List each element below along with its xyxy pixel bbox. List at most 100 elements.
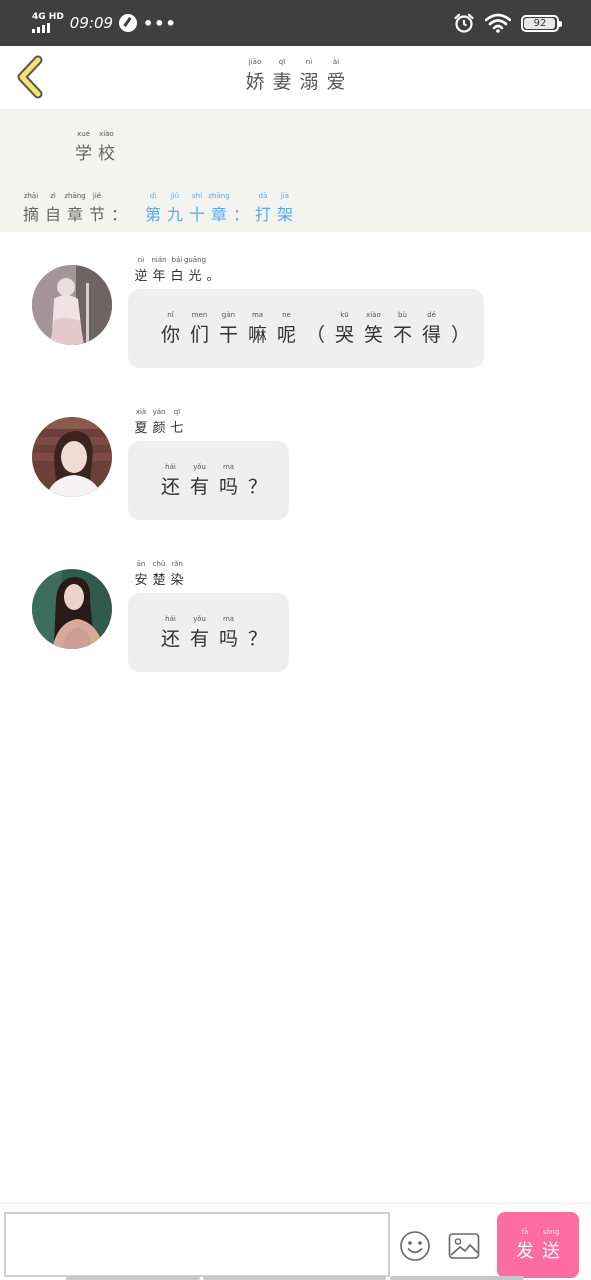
battery-level: 92: [533, 17, 547, 29]
hanzi: 送: [542, 1240, 560, 1262]
avatar[interactable]: [32, 265, 112, 345]
network-indicator: 4G HD: [32, 13, 64, 33]
pinyin: [240, 192, 242, 201]
pinyin: yán: [152, 408, 166, 416]
ruby-char: zì 自: [42, 192, 64, 225]
hanzi: 嘛: [247, 323, 267, 346]
pinyin: zhāi: [23, 192, 39, 200]
smiley-icon: [400, 1231, 430, 1261]
pinyin: dì: [149, 192, 157, 200]
ruby-char: jià 架: [274, 192, 296, 225]
ruby-char: rǎn 染: [168, 560, 186, 588]
hanzi: 学: [75, 144, 92, 164]
pinyin: xiào: [366, 310, 381, 319]
ruby-char: yán 颜: [150, 408, 168, 436]
hanzi: 不: [392, 323, 412, 346]
chapter-link[interactable]: dì 第 jiǔ 九 shí 十 zhāng 章 ： dǎ 打 jià 架: [142, 192, 296, 225]
sender-name: ān 安 chǔ 楚 rǎn 染: [132, 560, 186, 588]
ruby-char: qī 妻: [269, 58, 296, 94]
ruby-char: sòng 送: [538, 1228, 564, 1263]
message-input[interactable]: [4, 1212, 390, 1277]
hanzi: 楚: [152, 573, 166, 588]
hanzi: 光: [188, 269, 202, 284]
hanzi: 第: [144, 205, 161, 224]
ruby-char: men 们: [185, 311, 214, 347]
hanzi: 节: [88, 205, 105, 224]
pinyin: jiǔ: [170, 192, 180, 200]
ruby-char: zhāi 摘: [20, 192, 42, 225]
pinyin: [459, 311, 461, 320]
hanzi: 有: [189, 475, 209, 498]
message-text: hái 还 yǒu 有 ma 吗 ？: [156, 463, 272, 499]
school-label: xué 学 xiào 校: [72, 130, 118, 164]
pinyin: kū: [340, 310, 349, 319]
pinyin: nì: [305, 58, 313, 66]
hanzi: 们: [189, 323, 209, 346]
hanzi: 有: [189, 627, 209, 650]
ruby-char: yǒu 有: [185, 615, 214, 651]
pinyin: shí: [191, 192, 203, 200]
pinyin: [118, 192, 120, 201]
hanzi: 夏: [134, 421, 148, 436]
hanzi: 颜: [152, 421, 166, 436]
pinyin: ān: [136, 560, 146, 568]
send-button[interactable]: fā 发 sòng 送: [497, 1212, 579, 1278]
ruby-char: zhāng 章: [208, 192, 230, 225]
message-text: hái 还 yǒu 有 ma 吗 ？: [156, 615, 272, 651]
ruby-char: gàn 干: [214, 311, 243, 347]
pinyin: [256, 463, 258, 472]
hanzi: ）: [450, 323, 470, 346]
hanzi: 溺: [299, 71, 319, 93]
hanzi: 娇: [245, 71, 265, 93]
pinyin: men: [191, 310, 208, 319]
ruby-char: dǎ 打: [252, 192, 274, 225]
hanzi: 吗: [218, 475, 238, 498]
image-button[interactable]: [448, 1232, 480, 1260]
nav-handle: [390, 1276, 524, 1280]
pinyin: hái: [165, 462, 176, 471]
hanzi: 七: [170, 421, 184, 436]
pinyin: ne: [282, 310, 291, 319]
pinyin: yǒu: [193, 614, 206, 623]
pinyin: jià: [280, 192, 290, 200]
pinyin: ma: [222, 462, 235, 471]
avatar[interactable]: [32, 417, 112, 497]
ruby-char: xià 夏: [132, 408, 150, 436]
avatar[interactable]: [32, 569, 112, 649]
pinyin: guāng: [183, 256, 207, 264]
emoji-button[interactable]: [399, 1230, 431, 1262]
ruby-char: nì 逆: [132, 256, 150, 284]
page-title: jiāo 娇 qī 妻 nì 溺 ài 爱: [242, 58, 350, 94]
hanzi: 摘: [22, 205, 39, 224]
hanzi: 打: [254, 205, 271, 224]
send-label: fā 发 sòng 送: [512, 1228, 564, 1263]
ruby-char: shí 十: [186, 192, 208, 225]
battery-icon: 92: [521, 14, 562, 32]
pinyin: chǔ: [152, 560, 166, 568]
hanzi: 章: [210, 205, 227, 224]
pinyin: xiào: [99, 130, 114, 138]
pinyin: jiāo: [248, 58, 262, 66]
message-bubble: hái 还 yǒu 有 ma 吗 ？: [128, 441, 289, 520]
pinyin: nì: [137, 256, 145, 264]
hanzi: 还: [160, 475, 180, 498]
ruby-char: xiào 校: [95, 130, 118, 164]
chapter-label: zhāi 摘 zì 自 zhāng 章 jié 节 ：: [20, 192, 130, 225]
input-bar: fā 发 sòng 送: [0, 1203, 591, 1280]
ruby-char: xué 学: [72, 130, 95, 164]
chapter-row: zhāi 摘 zì 自 zhāng 章 jié 节 ： dì 第 jiǔ 九 shí 十 zhāng 章 ：…: [20, 192, 296, 225]
hanzi: ？: [247, 475, 267, 498]
ruby-char: xiào 笑: [359, 311, 388, 347]
hanzi: 安: [134, 573, 148, 588]
hanzi: 。: [206, 269, 220, 284]
status-bar: 4G HD 09:09 ••• 92: [0, 0, 591, 46]
hanzi: 爱: [326, 71, 346, 93]
pinyin: hái: [165, 614, 176, 623]
ruby-char: nì 溺: [296, 58, 323, 94]
hanzi: 哭: [334, 323, 354, 346]
pinyin: [314, 311, 316, 320]
message-bubble: nǐ 你 men 们 gàn 干 ma 嘛 ne 呢 （ kū 哭 xiào 笑 bù 不 dé 得 ）: [128, 289, 484, 368]
ruby-char: ？: [243, 463, 272, 499]
hanzi: 架: [276, 205, 293, 224]
ruby-char: jiāo 娇: [242, 58, 269, 94]
